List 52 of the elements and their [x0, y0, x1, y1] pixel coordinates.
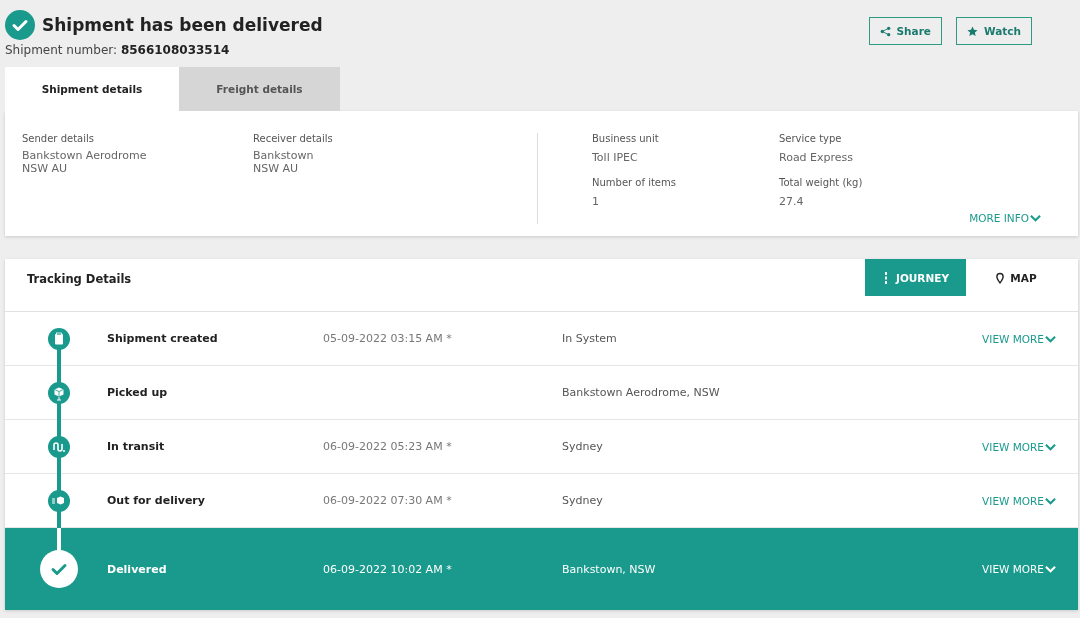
star-icon: [967, 25, 978, 37]
event-date: 06-09-2022 07:30 AM *: [323, 494, 452, 507]
chevron-down-icon: [1045, 565, 1056, 573]
event-location: In System: [562, 332, 618, 345]
view-more-link[interactable]: VIEW MORE: [982, 440, 1056, 453]
shipment-number-label: Shipment number:: [5, 43, 118, 57]
check-circle-icon: [5, 10, 35, 40]
view-more-link[interactable]: VIEW MORE: [982, 563, 1056, 575]
share-button[interactable]: Share: [868, 17, 942, 45]
event-location: Sydney: [562, 494, 604, 507]
field-value: 27.4: [779, 195, 805, 208]
field-value: NSW AU: [22, 162, 69, 175]
dotted-line-icon: [882, 271, 890, 284]
field-value: NSW AU: [253, 162, 300, 175]
chevron-down-icon: [1030, 214, 1041, 222]
field-value: Bankstown: [253, 149, 315, 162]
event-name: Shipment created: [107, 332, 219, 345]
field-label: Sender details: [22, 133, 95, 144]
more-info-link[interactable]: MORE INFO: [969, 212, 1041, 224]
field-value: 1: [592, 195, 600, 208]
page-title: Shipment has been delivered: [42, 15, 323, 35]
field-value: Toll IPEC: [592, 151, 639, 164]
event-date: 06-09-2022 05:23 AM *: [323, 440, 452, 453]
view-more-link[interactable]: VIEW MORE: [982, 494, 1056, 507]
chevron-down-icon: [1045, 496, 1056, 505]
field-label: Number of items: [592, 177, 677, 188]
tab[interactable]: Freight details: [179, 67, 340, 111]
field-label: Receiver details: [253, 133, 334, 144]
event-date: 06-09-2022 10:02 AM *: [323, 562, 452, 576]
event-name: Picked up: [107, 386, 169, 399]
shipment-number: 8566108033514: [120, 43, 230, 57]
chevron-down-icon: [1045, 442, 1056, 451]
event-name: Out for delivery: [107, 494, 206, 507]
event-location: Sydney: [562, 440, 604, 453]
tab[interactable]: Shipment details: [5, 67, 179, 111]
event-location: Bankstown, NSW: [562, 562, 657, 576]
watch-button[interactable]: Watch: [956, 17, 1032, 45]
field-label: Business unit: [592, 133, 660, 144]
view-more-link[interactable]: VIEW MORE: [982, 332, 1056, 345]
event-location: Bankstown Aerodrome, NSW: [562, 386, 721, 399]
event-date: 05-09-2022 03:15 AM *: [323, 332, 452, 345]
tracking-title: Tracking Details: [27, 272, 132, 286]
journey-tab[interactable]: JOURNEY: [865, 259, 966, 296]
share-icon: [879, 25, 891, 37]
event-name: In transit: [107, 440, 166, 453]
map-pin-icon: [996, 271, 1005, 284]
event-name: Delivered: [107, 562, 168, 576]
field-value: Bankstown Aerodrome: [22, 149, 148, 162]
field-label: Total weight (kg): [779, 177, 864, 188]
chevron-down-icon: [1045, 334, 1056, 343]
field-value: Road Express: [779, 151, 855, 164]
field-label: Service type: [779, 133, 843, 144]
